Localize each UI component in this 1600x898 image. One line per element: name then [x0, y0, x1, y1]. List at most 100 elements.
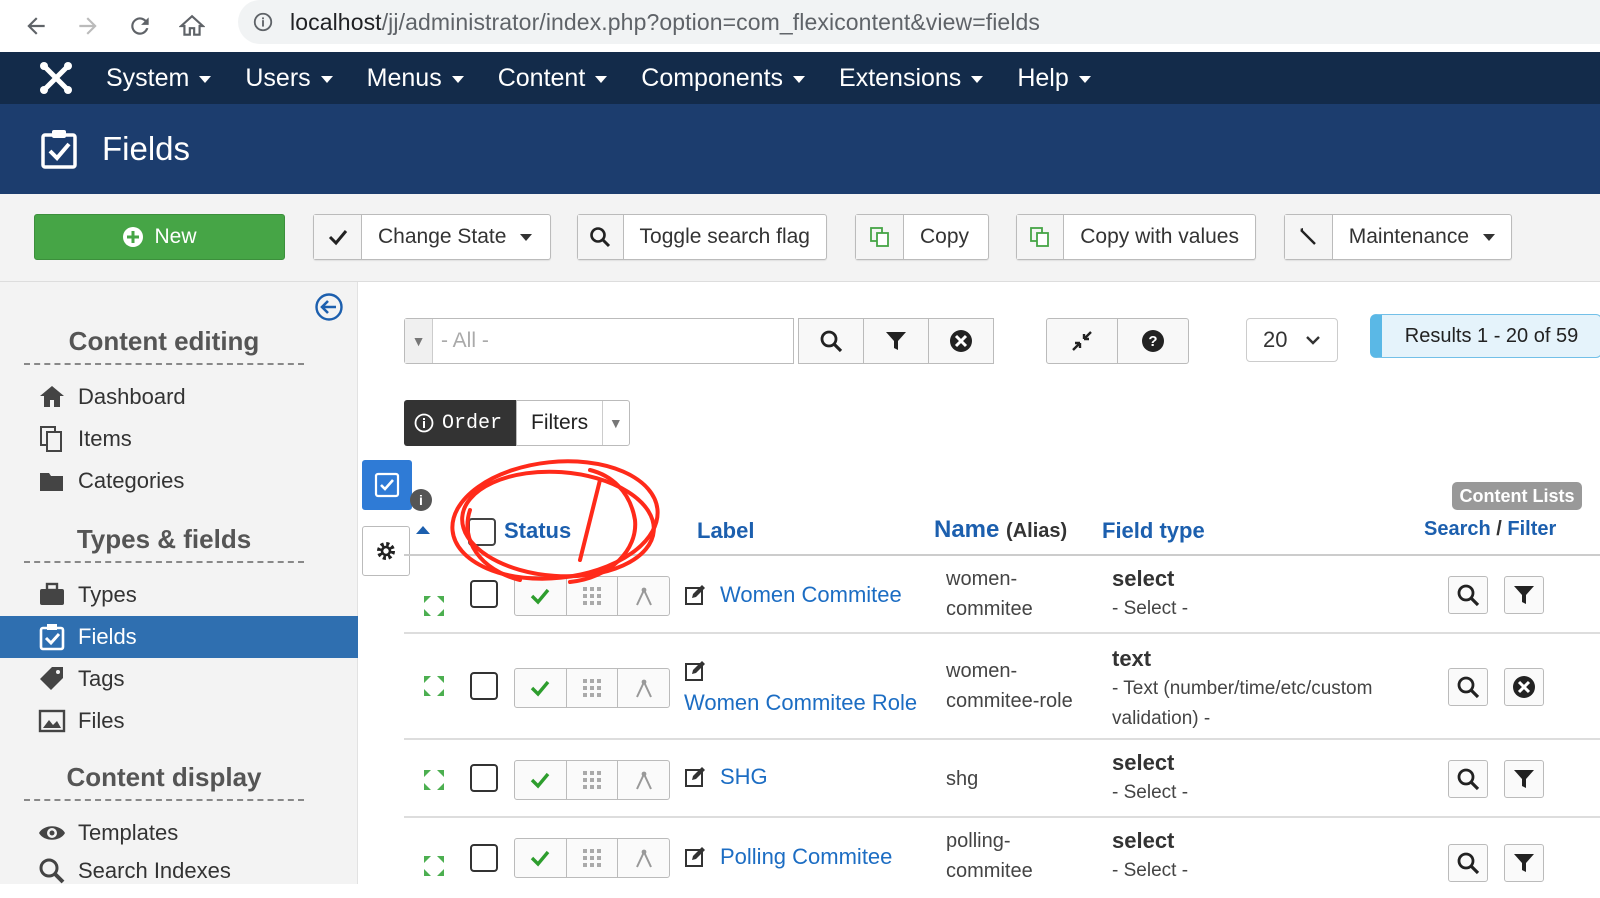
sidebar-item-dashboard[interactable]: Dashboard [0, 376, 358, 418]
search-icon [1457, 676, 1480, 699]
section-content-display: Content display [24, 762, 304, 801]
maintenance-button[interactable]: Maintenance [1284, 214, 1512, 260]
drag-icon[interactable] [422, 854, 446, 878]
back-button[interactable] [10, 4, 62, 48]
nav-extensions-label: Extensions [839, 63, 962, 92]
copy-button[interactable]: Copy [855, 214, 989, 260]
reload-button[interactable] [114, 4, 166, 48]
filter-flag-button[interactable] [1504, 760, 1544, 798]
row-checkbox[interactable] [470, 672, 498, 700]
publish-toggle[interactable] [515, 577, 567, 615]
order-button[interactable]: Order [404, 400, 516, 446]
nav-users[interactable]: Users [245, 64, 333, 93]
nav-help[interactable]: Help [1017, 64, 1091, 93]
sidebar-item-items[interactable]: Items [0, 418, 358, 460]
header-checkbox[interactable] [468, 518, 496, 546]
grid-toggle[interactable] [567, 669, 619, 707]
page-header: Fields [0, 104, 1600, 194]
joomla-logo-icon[interactable] [36, 58, 76, 98]
check-icon [531, 772, 550, 789]
field-label-link[interactable]: SHG [720, 764, 768, 790]
clear-icon [950, 330, 972, 352]
compress-button[interactable] [1046, 318, 1118, 364]
row-checkbox[interactable] [470, 844, 498, 872]
nav-components[interactable]: Components [641, 64, 806, 93]
info-icon[interactable]: i [410, 489, 432, 511]
grid-icon [583, 679, 601, 697]
admin-top-nav: System Users Menus Content Components Ex… [0, 52, 1600, 104]
toggle-search-flag-button[interactable]: Toggle search flag [577, 214, 827, 260]
change-state-button[interactable]: Change State [313, 214, 551, 260]
clear-search-button[interactable] [928, 318, 994, 364]
publish-toggle[interactable] [515, 669, 567, 707]
address-bar[interactable]: localhost/jj/administrator/index.php?opt… [238, 0, 1600, 44]
field-label-link[interactable]: Women Commitee [720, 582, 902, 608]
field-label-link[interactable]: Polling Commitee [720, 844, 892, 870]
row-checkbox[interactable] [470, 764, 498, 792]
publish-toggle[interactable] [515, 839, 567, 877]
drag-icon[interactable] [422, 594, 446, 618]
edit-icon[interactable] [684, 846, 706, 868]
nav-system[interactable]: System [106, 64, 212, 93]
row-status-group [514, 760, 670, 800]
publish-toggle[interactable] [515, 761, 567, 799]
row-checkbox[interactable] [470, 580, 498, 608]
select-all-button[interactable] [362, 460, 412, 510]
col-header-search[interactable]: Search [1424, 518, 1491, 540]
forward-button[interactable] [62, 4, 114, 48]
hierarchy-toggle[interactable] [618, 761, 669, 799]
filter-flag-button[interactable] [1504, 576, 1544, 614]
collapse-arrow-icon[interactable] [314, 292, 344, 322]
column-settings-button[interactable] [362, 526, 410, 576]
sidebar-item-fields[interactable]: Fields [0, 616, 358, 658]
reload-icon [131, 17, 149, 35]
hierarchy-toggle[interactable] [618, 577, 669, 615]
sidebar-item-files[interactable]: Files [0, 700, 358, 742]
sidebar-item-search-indexes[interactable]: Search Indexes [0, 850, 358, 892]
drag-icon[interactable] [422, 768, 446, 792]
grid-toggle[interactable] [567, 839, 619, 877]
filter-flag-button[interactable] [1504, 844, 1544, 882]
filter-icon [1514, 586, 1534, 604]
nav-menus[interactable]: Menus [367, 64, 464, 93]
col-header-filter[interactable]: Filter [1507, 518, 1556, 540]
row-status-group [514, 668, 670, 708]
edit-icon[interactable] [684, 660, 706, 682]
nav-content[interactable]: Content [498, 64, 608, 93]
search-input[interactable] [433, 329, 773, 353]
sidebar-item-tags[interactable]: Tags [0, 658, 358, 700]
new-button[interactable]: New [34, 214, 285, 260]
filters-button[interactable]: Filters ▼ [516, 400, 630, 446]
chevron-down-icon [1483, 233, 1495, 241]
home-button[interactable] [166, 4, 218, 48]
hierarchy-toggle[interactable] [618, 839, 669, 877]
list-limit-select[interactable]: 20 [1246, 318, 1338, 362]
search-button[interactable] [798, 318, 864, 364]
col-header-field-type[interactable]: Field type [1102, 518, 1205, 544]
copy-with-values-button[interactable]: Copy with values [1016, 214, 1256, 260]
grid-toggle[interactable] [567, 577, 619, 615]
sort-asc-icon[interactable] [416, 526, 430, 534]
filter-toggle-button[interactable] [863, 318, 929, 364]
filter-disabled-button[interactable] [1504, 668, 1544, 706]
sidebar-item-categories[interactable]: Categories [0, 460, 358, 502]
search-flag-button[interactable] [1448, 760, 1488, 798]
field-label-link[interactable]: Women Commitee Role [684, 690, 917, 716]
drag-icon[interactable] [422, 674, 446, 698]
nav-extensions[interactable]: Extensions [839, 63, 984, 93]
edit-icon[interactable] [684, 766, 706, 788]
help-button[interactable]: ? [1117, 318, 1189, 364]
col-header-status[interactable]: Status [504, 518, 571, 544]
grid-toggle[interactable] [567, 761, 619, 799]
hierarchy-toggle[interactable] [618, 669, 669, 707]
search-flag-button[interactable] [1448, 844, 1488, 882]
col-header-name[interactable]: Name (Alias) [934, 516, 1067, 546]
sidebar-item-types[interactable]: Types [0, 574, 358, 616]
types-icon [40, 582, 64, 605]
col-header-label[interactable]: Label [697, 518, 754, 544]
search-flag-button[interactable] [1448, 576, 1488, 614]
sidebar-item-templates[interactable]: Templates [0, 812, 358, 854]
edit-icon[interactable] [684, 584, 706, 606]
search-flag-button[interactable] [1448, 668, 1488, 706]
search-scope-dropdown[interactable]: ▼ [405, 319, 433, 363]
